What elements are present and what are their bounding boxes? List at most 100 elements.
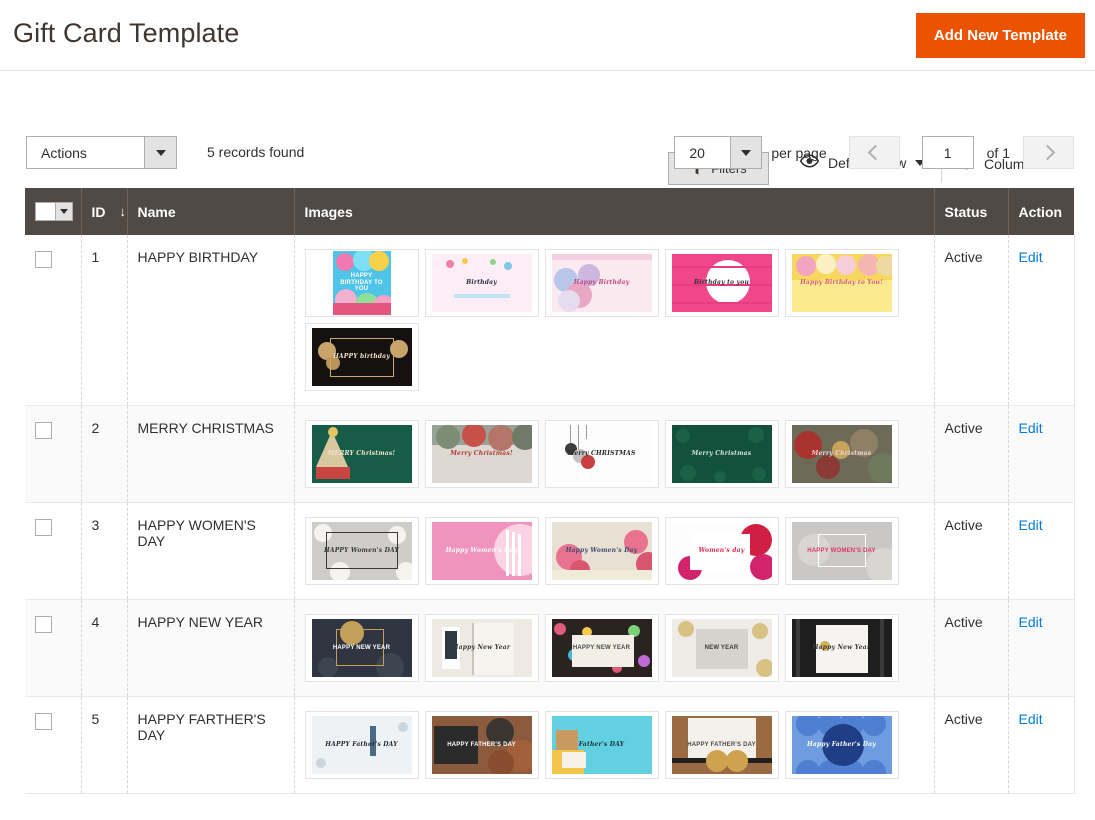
thumbnail-image[interactable]: Birthday (424, 249, 539, 317)
header-name[interactable]: Name (127, 188, 295, 235)
table-row: 3 HAPPY WOMEN'S DAY HAPPY Women's DAY Happy… (25, 502, 1075, 600)
thumbnail-art: HAPPY NEW YEAR (551, 619, 652, 677)
thumbnail-decoration (339, 621, 364, 645)
header-id[interactable]: ID ↓ (81, 188, 128, 235)
thumbnail-image[interactable]: HAPPY Father's DAY (304, 711, 419, 779)
previous-page-button[interactable] (848, 136, 900, 169)
thumbnail-decoration (751, 623, 768, 639)
thumbnail-image[interactable]: Father's DAY (544, 711, 659, 779)
thumbnail-image[interactable]: MERRY Christmas! (304, 420, 419, 488)
actions-select[interactable]: Actions (26, 136, 177, 169)
thumbnail-art: HAPPY FATHER'S DAY (431, 716, 532, 774)
table-header: ID ↓ Name Images Status Action (25, 188, 1074, 235)
thumbnail-image[interactable]: NEW YEAR (664, 614, 779, 682)
header-images[interactable]: Images (294, 188, 935, 235)
thumbnail-image[interactable]: Happy Women's Day (424, 517, 539, 585)
thumbnail-decoration (861, 760, 886, 774)
thumbnail-image[interactable]: HAPPY WOMEN'S DAY (784, 517, 899, 585)
thumbnail-list: HAPPY NEW YEAR Happy New Year HAPPY NEW YE… (304, 614, 924, 682)
thumbnail-decoration (561, 752, 586, 768)
records-found-label: 5 records found (207, 144, 305, 160)
thumbnail-decoration (325, 532, 398, 533)
row-checkbox[interactable] (35, 713, 52, 730)
thumbnail-caption: MERRY Christmas! (327, 449, 396, 457)
thumbnail-art: HAPPY WOMEN'S DAY (791, 522, 892, 580)
thumbnail-decoration (453, 294, 510, 298)
thumbnail-image[interactable]: Happy Women's Day (544, 517, 659, 585)
thumbnail-decoration (671, 302, 772, 304)
thumbnail-decoration (671, 266, 772, 268)
thumbnail-art: Birthday (431, 254, 532, 312)
thumbnail-image[interactable]: Merry CHRISTMAS (544, 420, 659, 488)
thumbnail-image[interactable]: HAPPY Women's DAY (304, 517, 419, 585)
row-checkbox[interactable] (35, 616, 52, 633)
thumbnail-image[interactable]: Birthday to you (664, 249, 779, 317)
cell-images: HAPPY Father's DAY HAPPY FATHER'S DAY Fath… (294, 696, 935, 794)
row-checkbox[interactable] (35, 519, 52, 536)
thumbnail-image[interactable]: Happy Father's Day (784, 711, 899, 779)
thumbnail-list: MERRY Christmas! Merry Christmas! Merry CH… (304, 420, 924, 488)
header-status[interactable]: Status (934, 188, 1009, 235)
grid-toolbar: Filters Default View Columns (0, 71, 1095, 185)
thumbnail-image[interactable]: Merry Christmas (784, 420, 899, 488)
cell-name: HAPPY NEW YEAR (127, 599, 295, 697)
edit-link[interactable]: Edit (1019, 249, 1043, 265)
thumbnail-image[interactable]: Happy New Year (784, 614, 899, 682)
thumbnail-list: HAPPY Father's DAY HAPPY FATHER'S DAY Fath… (304, 711, 924, 779)
actions-dropdown-toggle[interactable] (144, 137, 176, 168)
status-badge: Active (934, 235, 1009, 406)
thumbnail-image[interactable]: HAPPY NEW YEAR (544, 614, 659, 682)
thumbnail-caption: Father's DAY (578, 740, 625, 748)
select-all-checkbox-dropdown[interactable] (35, 202, 73, 221)
thumbnail-caption: Happy Women's Day (445, 546, 518, 554)
thumbnail-decoration (795, 619, 800, 677)
cell-action: Edit (1008, 502, 1075, 600)
edit-link[interactable]: Edit (1019, 614, 1043, 630)
page-number-input[interactable] (921, 136, 974, 169)
row-checkbox[interactable] (35, 251, 52, 268)
cell-images: HAPPY Women's DAY Happy Women's Day Happy … (294, 502, 935, 600)
thumbnail-caption: Happy Father's Day (807, 740, 876, 748)
thumbnail-image[interactable]: Merry Christmas! (424, 420, 539, 488)
per-page-dropdown-toggle[interactable] (730, 137, 762, 168)
per-page-select[interactable]: 20 (674, 136, 763, 169)
edit-link[interactable]: Edit (1019, 711, 1043, 727)
thumbnail-image[interactable]: HAPPY BIRTHDAY TO YOU (304, 249, 419, 317)
thumbnail-image[interactable]: Happy New Year (424, 614, 539, 682)
thumbnail-decoration (329, 338, 394, 339)
thumbnail-image[interactable]: HAPPY FATHER'S DAY (424, 711, 539, 779)
cell-id: 5 (81, 696, 128, 794)
select-all-checkbox[interactable] (36, 203, 55, 220)
select-all-dropdown-toggle[interactable] (55, 203, 72, 220)
table-body: 1 HAPPY BIRTHDAY HAPPY BIRTHDAY TO YOU Birt… (25, 235, 1075, 794)
cell-id: 3 (81, 502, 128, 600)
thumbnail-caption: Happy Birthday to You! (800, 278, 883, 286)
cell-action: Edit (1008, 405, 1075, 503)
thumbnail-image[interactable]: Merry Christmas (664, 420, 779, 488)
edit-link[interactable]: Edit (1019, 420, 1043, 436)
thumbnail-image[interactable]: HAPPY FATHER'S DAY (664, 711, 779, 779)
next-page-button[interactable] (1023, 136, 1074, 169)
thumbnail-decoration (569, 425, 571, 445)
thumbnail-art: MERRY Christmas! (311, 425, 412, 483)
add-new-template-button[interactable]: Add New Template (915, 13, 1085, 58)
cell-action: Edit (1008, 599, 1075, 697)
actions-label: Actions (41, 144, 87, 161)
status-badge: Active (934, 502, 1009, 600)
thumbnail-image[interactable]: Women's day (664, 517, 779, 585)
header-row: ID ↓ Name Images Status Action (25, 188, 1074, 235)
cell-id: 1 (81, 235, 128, 406)
thumbnail-decoration (335, 665, 384, 666)
thumbnail-image[interactable]: HAPPY birthday (304, 323, 419, 391)
thumbnail-caption: Merry CHRISTMAS (567, 449, 636, 457)
edit-link[interactable]: Edit (1019, 517, 1043, 533)
thumbnail-decoration (875, 256, 892, 276)
thumbnail-decoration (315, 467, 350, 479)
row-checkbox[interactable] (35, 422, 52, 439)
thumbnail-image[interactable]: HAPPY NEW YEAR (304, 614, 419, 682)
thumbnail-image[interactable]: Happy Birthday to You! (784, 249, 899, 317)
thumbnail-art: HAPPY Women's DAY (311, 522, 412, 580)
thumbnail-decoration (867, 453, 892, 483)
thumbnail-decoration (445, 260, 454, 268)
thumbnail-image[interactable]: Happy Birthday (544, 249, 659, 317)
